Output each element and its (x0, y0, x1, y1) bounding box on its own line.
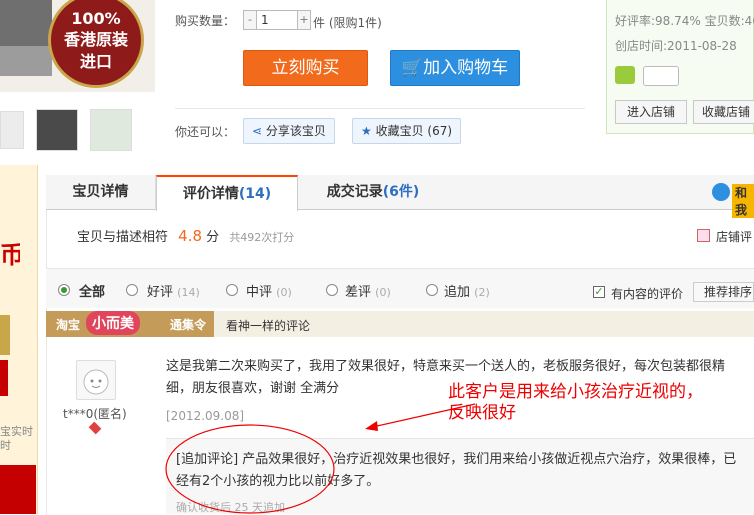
annotation-circle (165, 424, 335, 514)
annotation-arrowhead (365, 421, 378, 431)
annotation-overlay (165, 403, 476, 514)
annotation-text: 此客户是用来给小孩治疗近视的， 反映很好 (448, 382, 703, 423)
